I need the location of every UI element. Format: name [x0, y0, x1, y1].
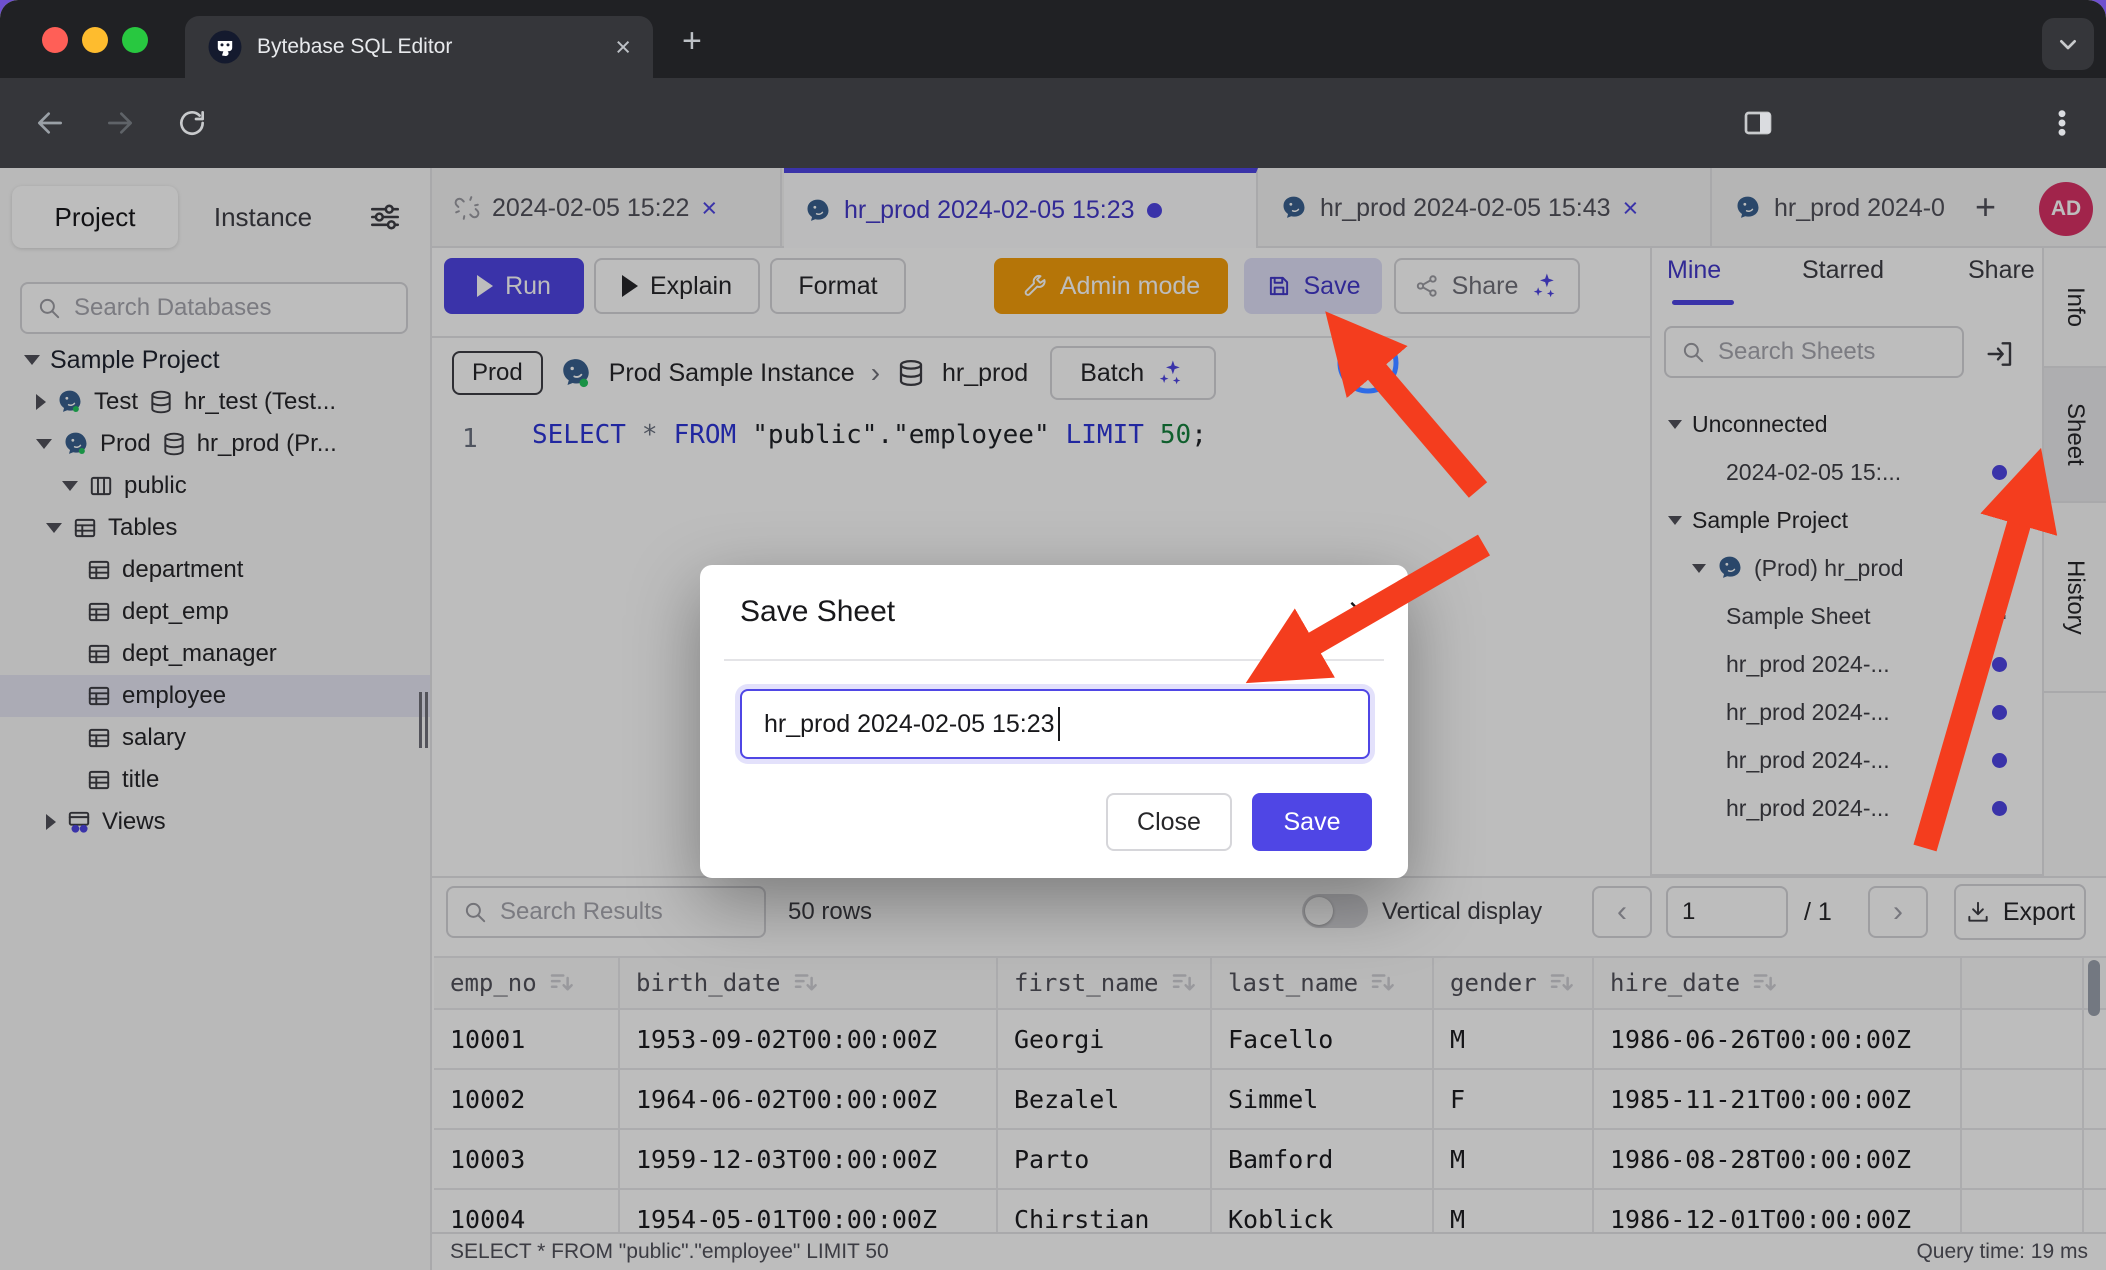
dialog-divider: [724, 659, 1384, 661]
browser-tab-title: Bytebase SQL Editor: [257, 35, 601, 59]
new-tab-button[interactable]: +: [682, 22, 702, 61]
side-panel-icon[interactable]: [1742, 107, 1774, 139]
sql-editor-app: Project Instance Sample Project Test hr_…: [0, 168, 2106, 1270]
browser-window: Bytebase SQL Editor × + localhost:8080/s…: [0, 0, 2106, 1270]
browser-tab[interactable]: Bytebase SQL Editor ×: [185, 16, 653, 78]
sheet-name-input[interactable]: hr_prod 2024-02-05 15:23: [740, 689, 1370, 759]
bytebase-favicon: [207, 29, 243, 65]
maximize-window-button[interactable]: [122, 27, 148, 53]
tab-search-button[interactable]: [2042, 18, 2094, 70]
close-window-button[interactable]: [42, 27, 68, 53]
save-confirm-button[interactable]: Save: [1252, 793, 1372, 851]
browser-titlebar: Bytebase SQL Editor × +: [0, 0, 2106, 78]
browser-menu-icon[interactable]: [2046, 107, 2078, 139]
browser-navbar: localhost:8080/sql-editor/prod-sample-in…: [0, 78, 2106, 168]
chevron-down-icon: [2052, 28, 2084, 60]
text-cursor: [1058, 707, 1061, 741]
sheet-name-value: hr_prod 2024-02-05 15:23: [764, 710, 1055, 739]
back-icon[interactable]: [34, 107, 66, 139]
reload-icon[interactable]: [176, 107, 208, 139]
minimize-window-button[interactable]: [82, 27, 108, 53]
close-dialog-icon[interactable]: ×: [1348, 591, 1368, 630]
close-tab-icon[interactable]: ×: [615, 32, 631, 63]
save-sheet-dialog: Save Sheet × hr_prod 2024-02-05 15:23 Cl…: [700, 565, 1408, 878]
forward-icon[interactable]: [104, 107, 136, 139]
close-button[interactable]: Close: [1106, 793, 1232, 851]
screenshot-root: Bytebase SQL Editor × + localhost:8080/s…: [0, 0, 2106, 1270]
dialog-title: Save Sheet: [740, 595, 895, 629]
